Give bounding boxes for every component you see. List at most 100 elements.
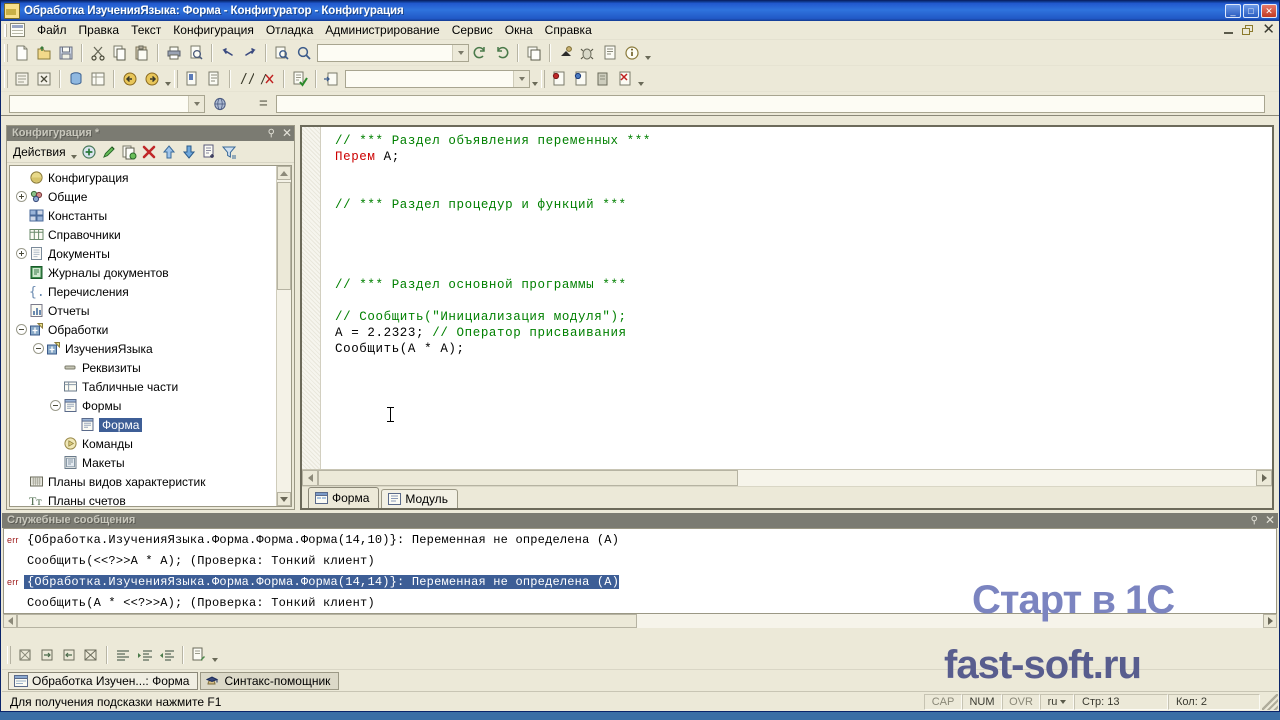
scroll-up-arrow-icon[interactable] (277, 166, 291, 180)
new-document-icon[interactable] (11, 42, 33, 64)
scroll-right-arrow-icon[interactable] (1263, 614, 1277, 628)
tree-node-14[interactable]: Команды (10, 434, 277, 453)
chevron-down-icon[interactable] (513, 70, 529, 87)
menu-item-edit[interactable]: Правка (73, 22, 126, 39)
add-icon[interactable] (79, 142, 99, 162)
message-line-3[interactable]: Сообщить(А * <<?>>А); (Проверка: Тонкий … (4, 592, 1276, 613)
about-info-icon[interactable] (621, 42, 643, 64)
document-menu-icon[interactable] (10, 23, 25, 37)
scroll-left-arrow-icon[interactable] (302, 470, 318, 486)
remove-breakpoints-icon[interactable] (614, 68, 636, 90)
menu-item-service[interactable]: Сервис (446, 22, 499, 39)
tree-node-16[interactable]: Планы видов характеристик (10, 472, 277, 491)
messages-horizontal-scrollbar[interactable] (3, 614, 1277, 628)
back-nav-icon[interactable] (119, 68, 141, 90)
editor-hscroll-track[interactable] (318, 470, 1256, 486)
debug-start-icon[interactable] (555, 42, 577, 64)
cut-scissors-icon[interactable] (87, 42, 109, 64)
window-maximize-button[interactable]: □ (1243, 4, 1259, 18)
tree-node-9[interactable]: ИзученияЯзыка (10, 339, 277, 358)
message-line-2[interactable]: err {Обработка.ИзученияЯзыка.Форма.Форма.… (4, 571, 1276, 592)
clear-all-messages-icon[interactable] (80, 644, 102, 666)
tab-modul[interactable]: Модуль (381, 489, 458, 508)
expand-plus-icon[interactable] (16, 248, 27, 259)
find-in-file-icon[interactable] (271, 42, 293, 64)
code-text[interactable]: // *** Раздел объявления переменных *** П… (321, 127, 1272, 469)
status-language[interactable]: ru (1040, 693, 1074, 710)
collapse-minus-icon[interactable] (16, 324, 27, 335)
breakpoint-condition-icon[interactable] (570, 68, 592, 90)
edit-pencil-icon[interactable] (99, 142, 119, 162)
module-window-icon[interactable] (11, 68, 33, 90)
toolbar-bookmark-grip[interactable] (174, 69, 178, 88)
tree-node-2[interactable]: Константы (10, 206, 277, 225)
save-icon[interactable] (55, 42, 77, 64)
scroll-down-arrow-icon[interactable] (277, 492, 291, 506)
close-icon[interactable]: ✕ (1265, 514, 1275, 526)
toolbar-text-grip[interactable] (4, 69, 8, 88)
tree-vertical-scrollbar[interactable] (276, 166, 291, 506)
search-magnifier-icon[interactable] (293, 42, 315, 64)
procedure-combo[interactable] (345, 69, 530, 88)
window-tab-form[interactable]: Обработка Изучен...: Форма (8, 671, 199, 690)
code-editor-area[interactable]: // *** Раздел объявления переменных *** П… (302, 127, 1272, 469)
close-icon[interactable]: ✕ (282, 127, 292, 139)
tree-node-12[interactable]: Формы (10, 396, 277, 415)
step-over-icon[interactable] (592, 68, 614, 90)
open-folder-icon[interactable] (33, 42, 55, 64)
delete-x-icon[interactable] (139, 142, 159, 162)
pin-icon[interactable]: ⚲ (268, 128, 275, 139)
window-close-button[interactable]: ✕ (1261, 4, 1277, 18)
tree-node-3[interactable]: Справочники (10, 225, 277, 244)
chevron-down-icon[interactable] (452, 44, 468, 61)
paste-icon[interactable] (131, 42, 153, 64)
menu-item-text[interactable]: Текст (125, 22, 167, 39)
undo-arrow-icon[interactable] (217, 42, 239, 64)
menu-item-debug[interactable]: Отладка (260, 22, 319, 39)
toolbar-standard-grip[interactable] (4, 43, 8, 62)
globe-icon[interactable] (209, 93, 231, 115)
indent-decrease-icon[interactable] (156, 644, 178, 666)
tab-forma[interactable]: Форма (308, 487, 380, 508)
tree-scroll-thumb[interactable] (277, 182, 291, 290)
search-input[interactable] (318, 43, 452, 62)
resize-grip-icon[interactable] (1262, 693, 1278, 710)
messages-toolbar-grip[interactable] (7, 646, 11, 664)
properties-icon[interactable] (199, 142, 219, 162)
collapse-minus-icon[interactable] (33, 343, 44, 354)
goto-line-icon[interactable] (321, 68, 343, 90)
tree-node-5[interactable]: Журналы документов (10, 263, 277, 282)
tree-node-6[interactable]: {..} Перечисления (10, 282, 277, 301)
scroll-left-arrow-icon[interactable] (3, 614, 17, 628)
debug-config-icon[interactable] (577, 42, 599, 64)
save-messages-icon[interactable] (188, 644, 210, 666)
refresh-ccw-icon[interactable] (469, 42, 491, 64)
move-down-icon[interactable] (179, 142, 199, 162)
object-combo[interactable] (9, 94, 205, 113)
menu-item-windows[interactable]: Окна (499, 22, 539, 39)
redo-arrow-icon[interactable] (239, 42, 261, 64)
menu-item-help[interactable]: Справка (539, 22, 598, 39)
collapse-minus-icon[interactable] (50, 400, 61, 411)
editor-horizontal-scrollbar[interactable] (302, 469, 1272, 486)
tree-node-7[interactable]: Отчеты (10, 301, 277, 320)
breakpoint-icon[interactable] (548, 68, 570, 90)
toolbar-overflow-chevron-icon[interactable] (643, 42, 653, 64)
configuration-tree[interactable]: Конфигурация Общие Константы Справочники Док… (10, 168, 277, 506)
scroll-right-arrow-icon[interactable] (1256, 470, 1272, 486)
print-preview-icon[interactable] (185, 42, 207, 64)
chevron-down-icon[interactable] (188, 95, 204, 112)
comment-block-icon[interactable]: // (235, 68, 257, 90)
tree-node-8[interactable]: Обработки (10, 320, 277, 339)
menu-item-configuration[interactable]: Конфигурация (167, 22, 260, 39)
clear-messages-icon[interactable] (14, 644, 36, 666)
db-config-icon[interactable] (65, 68, 87, 90)
messages-overflow-chevron-icon[interactable] (210, 644, 220, 666)
print-icon[interactable] (163, 42, 185, 64)
copy-item-icon[interactable] (119, 142, 139, 162)
filter-icon[interactable] (219, 142, 239, 162)
tree-node-13[interactable]: Форма (10, 415, 277, 434)
mdi-close-icon[interactable]: ✕ (1262, 22, 1275, 37)
window-minimize-button[interactable]: _ (1225, 4, 1241, 18)
debug-overflow-chevron-icon[interactable] (636, 68, 646, 90)
